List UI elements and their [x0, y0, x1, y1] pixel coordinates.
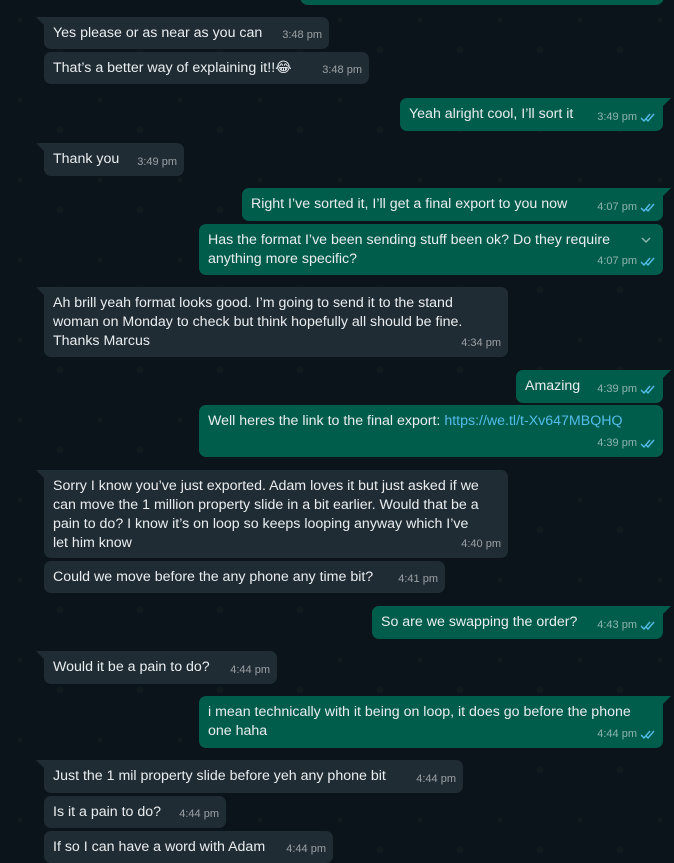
message-time: 3:48 pm	[322, 64, 362, 76]
incoming-message[interactable]: That’s a better way of explaining it!!😂 …	[44, 52, 369, 84]
message-meta: 4:07 pm	[597, 198, 656, 217]
outgoing-message[interactable]: Has the format I’ve been sending stuff b…	[199, 224, 663, 275]
outgoing-message[interactable]: Yeah alright cool, I’ll sort it 3:49 pm	[400, 98, 671, 131]
message-meta: 4:43 pm	[597, 616, 656, 635]
message-text: If so I can have a word with Adam	[53, 839, 266, 855]
message-meta: 4:34 pm	[461, 334, 501, 353]
read-receipt-icon	[640, 730, 655, 740]
message-text: Could we move before the any phone any t…	[53, 569, 374, 585]
message-text: Yes please or as near as you can	[53, 25, 263, 41]
message-time: 4:43 pm	[597, 619, 637, 631]
message-time: 4:44 pm	[416, 773, 456, 785]
message-text: Yeah alright cool, I’ll sort it	[409, 106, 574, 122]
message-text: Amazing	[525, 378, 581, 394]
message-text: Sorry I know you’ve just exported. Adam …	[53, 478, 479, 551]
incoming-message[interactable]: Would it be a pain to do? 4:44 pm	[36, 651, 277, 684]
read-receipt-icon	[640, 439, 655, 449]
incoming-message[interactable]: Yes please or as near as you can 3:48 pm	[36, 17, 329, 49]
outgoing-message[interactable]: Amazing 4:39 pm	[516, 370, 671, 403]
message-text: Thank you	[53, 151, 120, 167]
message-meta: 3:49 pm	[137, 153, 177, 172]
message-time: 4:39 pm	[597, 437, 637, 449]
message-time: 4:44 pm	[597, 728, 637, 740]
message-text: Ah brill yeah format looks good. I’m goi…	[53, 295, 463, 349]
message-meta: 4:44 pm	[230, 661, 270, 680]
message-text: Right I’ve sorted it, I’ll get a final e…	[251, 196, 568, 212]
message-time: 4:34 pm	[461, 337, 501, 349]
message-meta: 3:49 pm	[597, 108, 656, 127]
message-time: 4:07 pm	[597, 255, 637, 267]
message-meta: 4:44 pm	[286, 840, 326, 859]
message-text: Would it be a pain to do?	[53, 659, 210, 675]
message-meta: 3:48 pm	[282, 26, 322, 45]
read-receipt-icon	[640, 113, 655, 123]
message-text: i mean technically with it being on loop…	[208, 704, 631, 739]
outgoing-message[interactable]: Right I’ve sorted it, I’ll get a final e…	[242, 188, 671, 221]
message-meta: 4:39 pm	[597, 434, 656, 453]
message-text: So are we swapping the order?	[381, 614, 578, 630]
message-time: 4:40 pm	[461, 538, 501, 550]
message-meta: 4:44 pm	[597, 725, 656, 744]
message-meta: 4:44 pm	[179, 805, 219, 824]
message-meta: 4:44 pm	[416, 770, 456, 789]
previous-message-bubble	[300, 0, 664, 5]
outgoing-message[interactable]: Well heres the link to the final export:…	[199, 405, 663, 457]
message-time: 4:44 pm	[286, 843, 326, 855]
read-receipt-icon	[640, 385, 655, 395]
read-receipt-icon	[640, 257, 655, 267]
incoming-message[interactable]: Sorry I know you’ve just exported. Adam …	[36, 470, 508, 558]
message-time: 4:41 pm	[398, 573, 438, 585]
message-time: 3:49 pm	[597, 111, 637, 123]
message-meta: 4:41 pm	[398, 570, 438, 589]
message-text: Is it a pain to do?	[53, 804, 162, 820]
tears-of-joy-emoji: 😂	[275, 60, 292, 76]
read-receipt-icon	[640, 621, 655, 631]
message-time: 4:39 pm	[597, 383, 637, 395]
message-text: Has the format I’ve been sending stuff b…	[208, 232, 610, 267]
message-time: 4:07 pm	[597, 201, 637, 213]
read-receipt-icon	[640, 203, 655, 213]
message-time: 3:49 pm	[137, 156, 177, 168]
message-time: 4:44 pm	[179, 808, 219, 820]
incoming-message[interactable]: Thank you 3:49 pm	[36, 143, 184, 176]
incoming-message[interactable]: Ah brill yeah format looks good. I’m goi…	[36, 287, 508, 357]
message-meta: 4:39 pm	[597, 380, 656, 399]
incoming-message[interactable]: Just the 1 mil property slide before yeh…	[36, 760, 463, 793]
outgoing-message[interactable]: So are we swapping the order? 4:43 pm	[372, 606, 671, 639]
message-time: 4:44 pm	[230, 664, 270, 676]
export-link[interactable]: https://we.tl/t-Xv647MBQHQ	[444, 413, 622, 429]
outgoing-message[interactable]: i mean technically with it being on loop…	[199, 696, 671, 748]
incoming-message[interactable]: If so I can have a word with Adam 4:44 p…	[44, 831, 333, 863]
message-text: Well heres the link to the final export:	[208, 413, 445, 429]
message-meta: 3:48 pm	[322, 61, 362, 80]
chevron-down-icon[interactable]	[639, 233, 653, 247]
message-text: That’s a better way of explaining it!!	[53, 60, 276, 76]
incoming-message[interactable]: Is it a pain to do? 4:44 pm	[44, 796, 226, 828]
incoming-message[interactable]: Could we move before the any phone any t…	[44, 561, 445, 593]
message-meta: 4:40 pm	[461, 535, 501, 554]
message-time: 3:48 pm	[282, 29, 322, 41]
message-text: Just the 1 mil property slide before yeh…	[53, 768, 386, 784]
message-meta: 4:07 pm	[597, 252, 656, 271]
